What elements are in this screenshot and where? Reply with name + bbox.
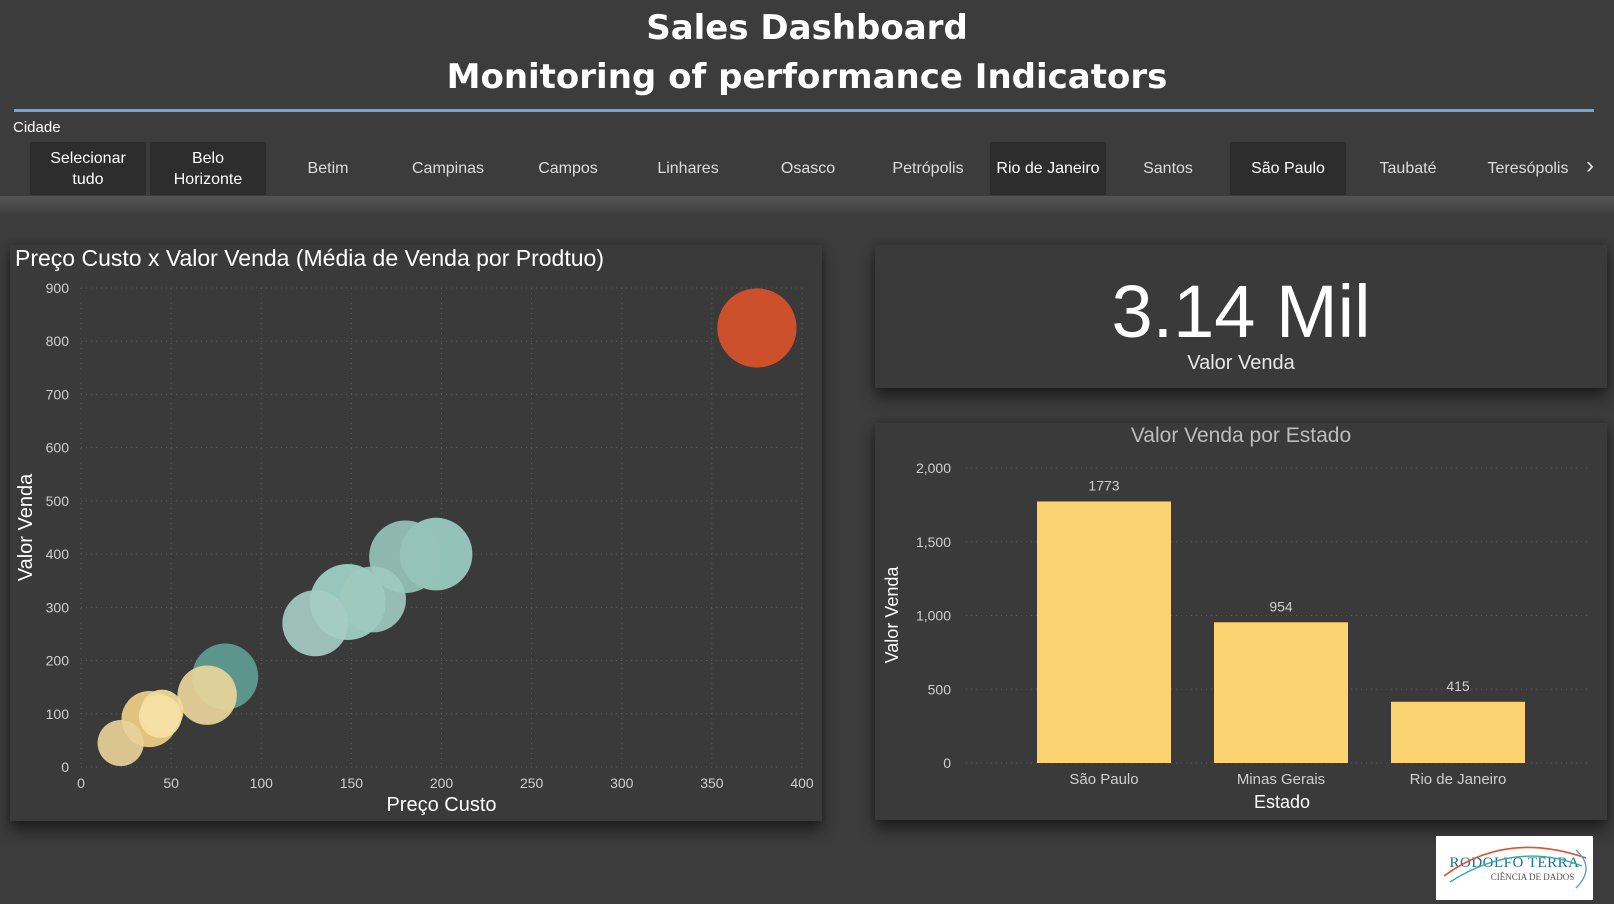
scatter-y-tick-label: 700 <box>46 386 70 402</box>
scatter-y-tick-label: 400 <box>46 546 70 562</box>
scatter-y-tick-label: 500 <box>46 493 70 509</box>
scatter-y-tick-label: 300 <box>46 599 70 615</box>
bar-minas-gerais <box>1214 622 1348 763</box>
bar-y-tick-label: 1,500 <box>916 534 951 550</box>
bar-y-tick-label: 1,000 <box>916 608 951 624</box>
bar-data-label: 415 <box>1446 678 1470 694</box>
bar-data-label: 1773 <box>1088 477 1119 493</box>
scatter-x-tick-label: 250 <box>520 775 544 791</box>
scatter-y-tick-label: 200 <box>46 653 70 669</box>
logo-swoosh-icon <box>1443 846 1587 889</box>
bar-rio-de-janeiro <box>1391 701 1525 763</box>
bar-x-tick-label: São Paulo <box>1069 771 1138 788</box>
scatter-point <box>340 566 407 633</box>
bar-y-axis-title: Valor Venda <box>882 566 902 664</box>
scatter-x-tick-label: 150 <box>340 775 364 791</box>
scatter-y-tick-label: 800 <box>46 333 70 349</box>
scatter-x-tick-label: 100 <box>250 775 274 791</box>
scatter-x-tick-label: 300 <box>610 775 634 791</box>
scatter-x-tick-label: 50 <box>163 775 179 791</box>
scatter-x-tick-label: 350 <box>700 775 724 791</box>
scatter-point <box>177 665 237 725</box>
scatter-y-tick-label: 900 <box>46 280 70 296</box>
scatter-point <box>97 719 144 767</box>
scatter-point <box>138 694 182 738</box>
scatter-point <box>717 288 797 368</box>
scatter-x-axis-title: Preço Custo <box>386 794 496 816</box>
scatter-x-tick-label: 0 <box>77 775 85 791</box>
bar-y-tick-label: 500 <box>928 681 952 697</box>
scatter-y-tick-label: 600 <box>46 440 70 456</box>
bar-são-paulo <box>1037 501 1171 763</box>
scatter-y-tick-label: 0 <box>61 759 69 775</box>
scatter-point <box>282 590 349 657</box>
bar-x-tick-label: Minas Gerais <box>1237 771 1325 788</box>
scatter-x-tick-label: 400 <box>790 775 814 791</box>
logo: RODOLFO TERRA CIÊNCIA DE DADOS <box>1436 836 1593 900</box>
bar-x-axis-title: Estado <box>1254 792 1310 812</box>
bar-x-tick-label: Rio de Janeiro <box>1410 771 1507 788</box>
bar-data-label: 954 <box>1269 598 1293 614</box>
scatter-x-tick-label: 200 <box>430 775 454 791</box>
charts-canvas: 0 100 200 300 400 500 600 700 800 900 0 50 100 150 200… <box>15 280 1590 816</box>
scatter-y-tick-label: 100 <box>46 706 70 722</box>
scatter-y-axis-title: Valor Venda <box>15 473 37 581</box>
bar-y-tick-label: 0 <box>943 755 951 771</box>
bar-y-tick-label: 2,000 <box>916 460 951 476</box>
